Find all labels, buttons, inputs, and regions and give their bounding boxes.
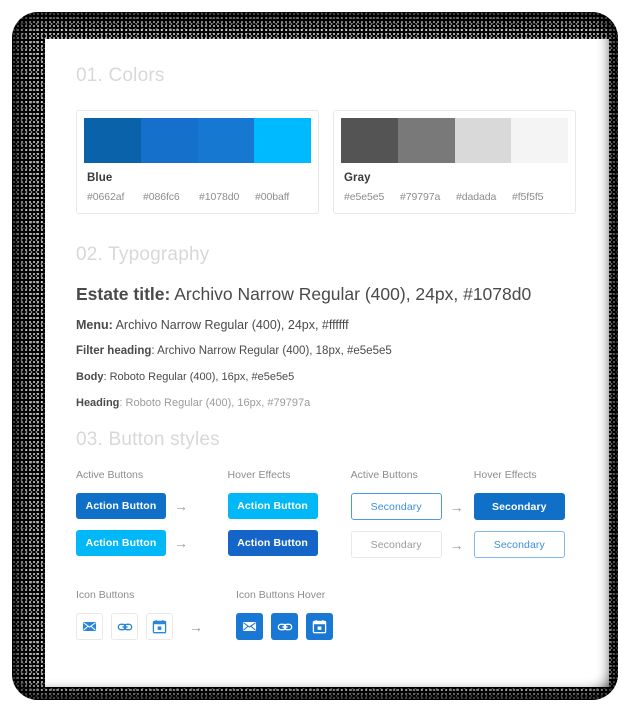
- icon-button-envelope[interactable]: [76, 613, 103, 640]
- type-sample-body: Body: Roboto Regular (400), 16px, #e5e5e…: [76, 371, 578, 383]
- button-pair: Secondary →: [350, 493, 474, 520]
- type-sample-estate-title: Estate title: Archivo Narrow Regular (40…: [76, 284, 578, 305]
- secondary-button-outline-hover[interactable]: Secondary: [473, 493, 565, 520]
- color-swatch: [140, 118, 198, 163]
- column-label-icon-buttons-hover: Icon Buttons Hover: [236, 589, 326, 601]
- color-swatch: [254, 118, 311, 163]
- hex-label: #79797a: [400, 191, 441, 203]
- calendar-icon: [312, 619, 327, 634]
- arrow-icon: →: [449, 498, 464, 515]
- palette-name: Gray: [344, 172, 371, 184]
- icon-buttons-column: Icon Buttons →: [76, 589, 236, 640]
- button-pair: Secondary →: [350, 531, 474, 558]
- icon-button-row-plain: →: [76, 613, 236, 640]
- secondary-button-muted-active[interactable]: Secondary: [350, 531, 442, 558]
- column-label-icon-buttons: Icon Buttons: [76, 589, 135, 601]
- action-button-light-hover[interactable]: Action Button: [227, 530, 318, 556]
- type-sample-lead: Estate title:: [76, 284, 171, 304]
- action-button-light-active[interactable]: Action Button: [76, 530, 166, 556]
- palette-name: Blue: [87, 172, 113, 184]
- page-frame: 01. Colors Blue #0662af #086fc6 #1078d0 …: [12, 12, 618, 700]
- type-sample-lead: Body: [76, 371, 104, 383]
- section-heading-buttons: 03. Button styles: [76, 429, 220, 450]
- hex-label: #dadada: [456, 191, 497, 203]
- buttons-section: 03. Button styles: [76, 429, 578, 451]
- type-sample-spec: Archivo Narrow Regular (400), 24px, #fff…: [112, 318, 349, 332]
- hex-label: #0662af: [87, 191, 125, 203]
- primary-hover-column: Hover Effects Action Button Action Butto…: [227, 469, 351, 569]
- arrow-icon: →: [189, 618, 203, 635]
- secondary-button-muted-hover[interactable]: Secondary: [473, 531, 565, 558]
- action-button-primary-active[interactable]: Action Button: [76, 493, 166, 519]
- icon-button-envelope-hover[interactable]: [236, 613, 263, 640]
- arrow-icon: →: [174, 498, 188, 514]
- secondary-hover-column: Hover Effects Secondary Secondary: [473, 469, 578, 569]
- button-pair: Secondary: [473, 493, 578, 520]
- swatch-strip-blue: [84, 118, 311, 163]
- calendar-icon: [152, 619, 167, 634]
- swatch-strip-gray: [341, 118, 568, 163]
- type-sample-lead: Heading: [76, 397, 120, 409]
- icon-buttons-hover-column: Icon Buttons Hover: [236, 589, 396, 640]
- secondary-active-column: Active Buttons Secondary → Secondary →: [350, 469, 474, 569]
- typography-section: 02. Typography: [76, 244, 578, 266]
- type-sample-heading: Heading: Roboto Regular (400), 16px, #79…: [76, 397, 578, 409]
- button-groups: Active Buttons Action Button → Action Bu…: [76, 469, 578, 569]
- section-heading-colors: 01. Colors: [76, 65, 165, 86]
- column-label-active: Active Buttons: [76, 469, 144, 481]
- type-sample-spec: Archivo Narrow Regular (400), 24px, #107…: [170, 284, 532, 304]
- palette-card-blue: Blue #0662af #086fc6 #1078d0 #00baff: [76, 110, 319, 214]
- type-sample-spec: : Roboto Regular (400), 16px, #e5e5e5: [103, 371, 295, 383]
- column-label-hover: Hover Effects: [227, 469, 291, 481]
- icon-button-link-hover[interactable]: [271, 613, 298, 640]
- link-icon: [117, 619, 133, 635]
- icon-button-link[interactable]: [111, 613, 138, 640]
- column-label-hover: Hover Effects: [473, 469, 537, 481]
- hex-label: #f5f5f5: [512, 191, 544, 203]
- icon-button-row-hover: [236, 613, 396, 640]
- color-swatch: [341, 118, 398, 163]
- secondary-button-outline-active[interactable]: Secondary: [350, 493, 442, 520]
- column-label-active: Active Buttons: [350, 469, 418, 481]
- link-icon: [277, 619, 293, 635]
- color-swatch: [84, 118, 141, 163]
- action-button-primary-hover[interactable]: Action Button: [227, 493, 318, 519]
- style-guide-page: 01. Colors Blue #0662af #086fc6 #1078d0 …: [45, 39, 609, 687]
- color-swatch: [197, 118, 255, 163]
- type-sample-lead: Filter heading: [76, 345, 152, 357]
- type-sample-filter-heading: Filter heading: Archivo Narrow Regular (…: [76, 345, 578, 357]
- hex-label-row: #e5e5e5 #79797a #dadada #f5f5f5: [344, 191, 568, 203]
- arrow-icon: →: [174, 535, 188, 551]
- hex-label: #00baff: [255, 191, 290, 203]
- button-pair: Action Button: [227, 493, 351, 519]
- envelope-icon: [242, 619, 257, 634]
- hex-label-row: #0662af #086fc6 #1078d0 #00baff: [87, 191, 311, 203]
- button-pair: Action Button: [227, 530, 351, 556]
- icon-button-calendar-hover[interactable]: [306, 613, 333, 640]
- palette-card-gray: Gray #e5e5e5 #79797a #dadada #f5f5f5: [333, 110, 576, 214]
- icon-button-groups: Icon Buttons → Icon Buttons Hover: [76, 589, 578, 640]
- color-swatch: [511, 118, 568, 163]
- type-sample-spec: : Roboto Regular (400), 16px, #79797a: [119, 397, 311, 409]
- type-sample-lead: Menu:: [76, 318, 113, 332]
- hex-label: #e5e5e5: [344, 191, 385, 203]
- button-pair: Secondary: [473, 531, 578, 558]
- color-swatch: [454, 118, 512, 163]
- arrow-icon: →: [449, 536, 464, 553]
- color-swatch: [397, 118, 455, 163]
- type-sample-menu: Menu: Archivo Narrow Regular (400), 24px…: [76, 318, 578, 332]
- section-heading-typography: 02. Typography: [76, 244, 210, 265]
- hex-label: #1078d0: [199, 191, 240, 203]
- button-pair: Action Button →: [76, 530, 228, 556]
- type-sample-spec: : Archivo Narrow Regular (400), 18px, #e…: [151, 345, 392, 357]
- palette-row: Blue #0662af #086fc6 #1078d0 #00baff Gra…: [76, 110, 578, 214]
- button-pair: Action Button →: [76, 493, 228, 519]
- envelope-icon: [82, 619, 97, 634]
- primary-active-column: Active Buttons Action Button → Action Bu…: [76, 469, 228, 569]
- icon-button-calendar[interactable]: [146, 613, 173, 640]
- colors-section: 01. Colors: [76, 65, 578, 87]
- hex-label: #086fc6: [143, 191, 180, 203]
- typography-list: Estate title: Archivo Narrow Regular (40…: [76, 284, 578, 409]
